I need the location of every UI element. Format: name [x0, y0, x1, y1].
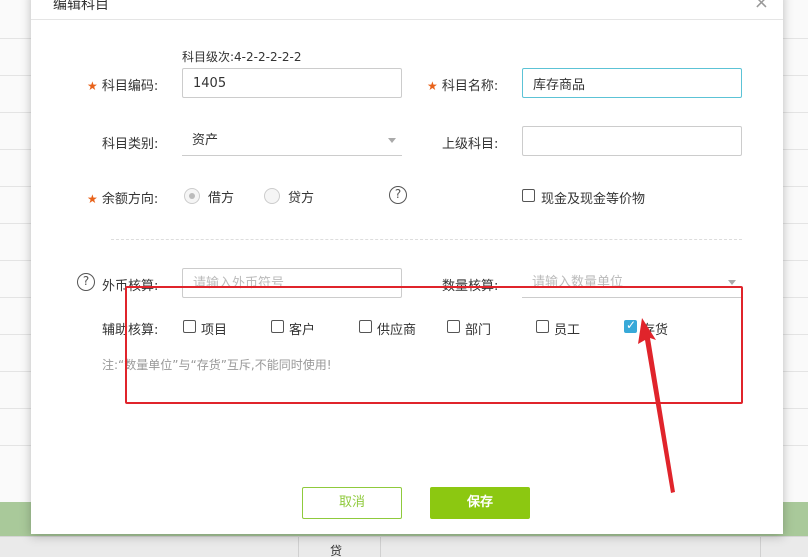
- parent-input[interactable]: [522, 126, 742, 156]
- level-hint-value: 4-2-2-2-2-2: [234, 50, 302, 64]
- name-input[interactable]: [522, 68, 742, 98]
- required-star-icon: ★: [427, 79, 438, 93]
- balance-credit-label: 贷方: [288, 191, 315, 206]
- balance-label: 余额方向:: [101, 192, 159, 207]
- chevron-down-icon: [728, 280, 736, 285]
- aux-project-label: 项目: [201, 323, 228, 338]
- parent-label: 上级科目:: [442, 137, 499, 152]
- code-label: 科目编码:: [101, 79, 159, 94]
- fx-input-field[interactable]: [193, 269, 391, 297]
- code-input[interactable]: [182, 68, 402, 98]
- cash-equivalent-label: 现金及现金等价物: [541, 192, 646, 207]
- bg-cell-text: 贷: [330, 544, 343, 557]
- code-input-field[interactable]: [193, 69, 391, 97]
- edit-account-dialog: 编辑科目 × 科目级次:4-2-2-2-2-2 ★ 科目编码: ★ 科目名称: …: [31, 0, 783, 534]
- required-star-icon: ★: [87, 192, 98, 206]
- fx-input[interactable]: [182, 268, 402, 298]
- bg-cell-divider: [380, 537, 381, 557]
- mutual-exclusion-note: 注:“数量单位”与“存货”互斥,不能同时使用!: [102, 358, 332, 372]
- bg-table-row: 贷: [0, 536, 808, 557]
- cash-equivalent-checkbox[interactable]: [522, 189, 535, 202]
- aux-department-checkbox[interactable]: [447, 320, 460, 333]
- aux-project-checkbox[interactable]: [183, 320, 196, 333]
- bg-cell-divider: [298, 537, 299, 557]
- chevron-down-icon: [388, 138, 396, 143]
- dialog-header: 编辑科目 ×: [31, 0, 783, 20]
- level-hint-label: 科目级次:: [182, 50, 235, 64]
- qty-label: 数量核算:: [442, 279, 499, 294]
- balance-debit-radio[interactable]: [184, 188, 200, 204]
- qty-select[interactable]: 请输入数量单位: [522, 268, 742, 298]
- aux-employee-label: 员工: [554, 323, 581, 338]
- aux-inventory-checkbox[interactable]: [624, 318, 637, 333]
- balance-credit-radio[interactable]: [264, 188, 280, 204]
- qty-placeholder: 请输入数量单位: [532, 275, 624, 290]
- aux-supplier-label: 供应商: [377, 323, 417, 338]
- name-label-group: ★ 科目名称:: [427, 75, 498, 94]
- section-divider: [111, 239, 742, 240]
- aux-customer-checkbox[interactable]: [271, 320, 284, 333]
- level-hint: 科目级次:4-2-2-2-2-2: [182, 48, 302, 65]
- dialog-title: 编辑科目: [53, 0, 109, 13]
- aux-inventory-label: 存货: [642, 323, 669, 338]
- balance-label-group: ★ 余额方向:: [87, 188, 158, 207]
- cancel-button[interactable]: 取消: [302, 487, 402, 519]
- help-icon[interactable]: ?: [77, 273, 95, 291]
- fx-label: 外币核算:: [102, 279, 159, 294]
- name-input-field[interactable]: [533, 69, 731, 97]
- code-label-group: ★ 科目编码:: [87, 75, 158, 94]
- help-icon[interactable]: ?: [389, 186, 407, 204]
- aux-customer-label: 客户: [289, 323, 316, 338]
- aux-supplier-checkbox[interactable]: [359, 320, 372, 333]
- balance-debit-label: 借方: [208, 191, 235, 206]
- bg-cell-divider: [760, 537, 761, 557]
- save-button[interactable]: 保存: [430, 487, 530, 519]
- aux-employee-checkbox[interactable]: [536, 320, 549, 333]
- parent-input-field[interactable]: [533, 127, 731, 155]
- aux-department-label: 部门: [465, 323, 492, 338]
- aux-label: 辅助核算:: [102, 323, 159, 338]
- name-label: 科目名称:: [441, 79, 499, 94]
- category-value: 资产: [192, 133, 219, 148]
- category-select[interactable]: 资产: [182, 126, 402, 156]
- category-label: 科目类别:: [102, 137, 159, 152]
- close-icon[interactable]: ×: [754, 0, 769, 13]
- required-star-icon: ★: [87, 79, 98, 93]
